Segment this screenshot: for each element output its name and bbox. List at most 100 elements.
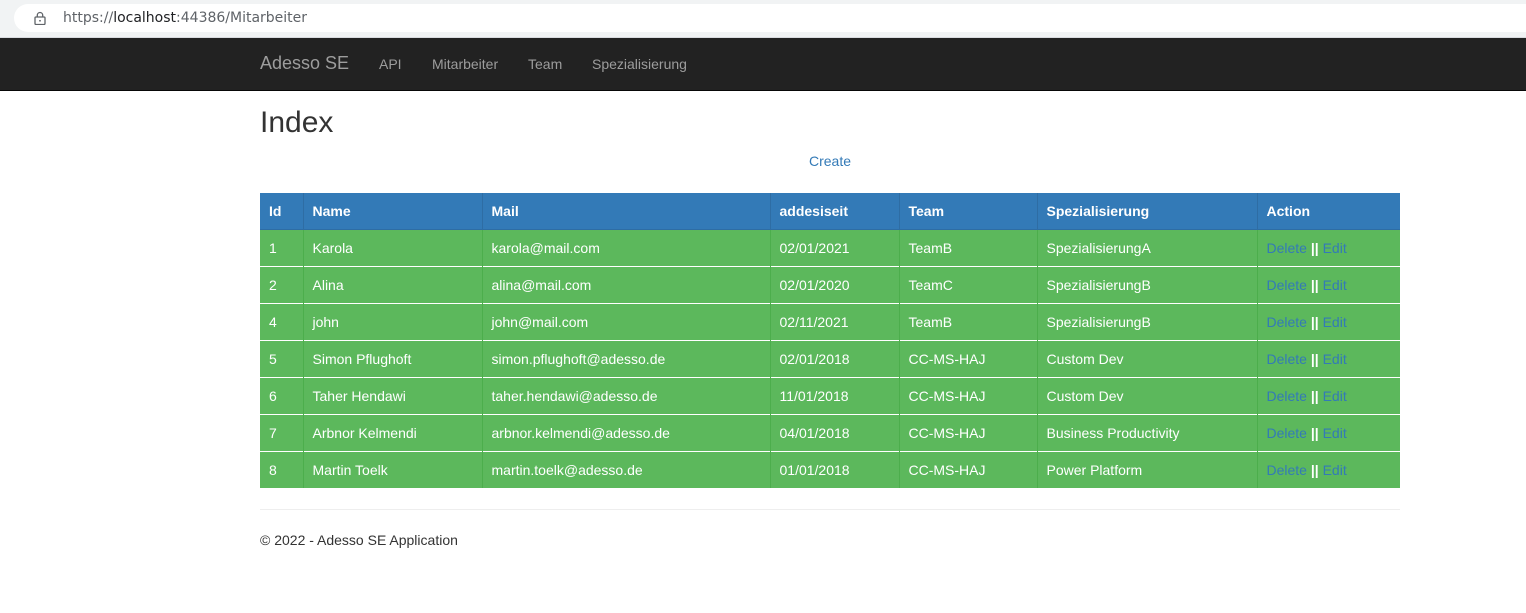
cell-name: Simon Pflughoft [303,339,483,377]
edit-link[interactable]: Edit [1323,351,1347,367]
cell-spezialisierung: Power Platform [1037,450,1258,488]
cell-since: 11/01/2018 [770,376,900,414]
action-separator: || [1310,387,1319,404]
cell-id: 2 [260,265,304,303]
page-title: Index [260,106,334,139]
table-row: 2 Alina alina@mail.com 02/01/2020 TeamC … [260,265,1400,303]
url-host: localhost [113,10,177,26]
cell-since: 02/01/2018 [770,339,900,377]
delete-link[interactable]: Delete [1267,388,1307,404]
cell-name: Arbnor Kelmendi [303,413,483,451]
nav-item-mitarbeiter[interactable]: Mitarbeiter [432,56,498,72]
delete-link[interactable]: Delete [1267,462,1307,478]
url-text[interactable]: https://localhost:44386/Mitarbeiter [63,10,307,26]
url-field[interactable]: https://localhost:44386/Mitarbeiter [14,4,1526,32]
cell-mail: taher.hendawi@adesso.de [482,376,771,414]
table-row: 7 Arbnor Kelmendi arbnor.kelmendi@adesso… [260,413,1400,451]
cell-team: TeamC [899,265,1038,303]
cell-spezialisierung: SpezialisierungB [1037,265,1258,303]
table-row: 4 john john@mail.com 02/11/2021 TeamB Sp… [260,302,1400,340]
cell-spezialisierung: Custom Dev [1037,339,1258,377]
cell-name: Martin Toelk [303,450,483,488]
edit-link[interactable]: Edit [1323,277,1347,293]
employee-table: Id Name Mail addesiseit Team Spezialisie… [260,193,1400,488]
cell-since: 02/01/2020 [770,265,900,303]
column-header-spezialisierung: Spezialisierung [1037,193,1258,230]
brand-link[interactable]: Adesso SE [260,53,349,74]
action-separator: || [1310,239,1319,256]
browser-address-bar: https://localhost:44386/Mitarbeiter [0,0,1526,38]
cell-team: TeamB [899,302,1038,340]
navbar: Adesso SE API Mitarbeiter Team Spezialis… [0,38,1526,91]
table-row: 1 Karola karola@mail.com 02/01/2021 Team… [260,228,1400,266]
cell-mail: alina@mail.com [482,265,771,303]
url-prefix: https:// [63,10,114,26]
cell-action: Delete || Edit [1257,265,1400,303]
delete-link[interactable]: Delete [1267,351,1307,367]
action-separator: || [1310,276,1319,293]
cell-action: Delete || Edit [1257,302,1400,340]
cell-id: 7 [260,413,304,451]
cell-name: john [303,302,483,340]
lock-icon[interactable] [34,11,46,25]
cell-id: 1 [260,228,304,266]
cell-id: 5 [260,339,304,377]
cell-team: CC-MS-HAJ [899,339,1038,377]
delete-link[interactable]: Delete [1267,314,1307,330]
cell-name: Taher Hendawi [303,376,483,414]
edit-link[interactable]: Edit [1323,388,1347,404]
cell-mail: simon.pflughoft@adesso.de [482,339,771,377]
cell-action: Delete || Edit [1257,228,1400,266]
cell-id: 6 [260,376,304,414]
footer-text: © 2022 - Adesso SE Application [260,532,458,548]
nav-item-spezialisierung[interactable]: Spezialisierung [592,56,687,72]
cell-mail: arbnor.kelmendi@adesso.de [482,413,771,451]
cell-team: CC-MS-HAJ [899,413,1038,451]
column-header-name: Name [303,193,483,230]
cell-mail: karola@mail.com [482,228,771,266]
cell-id: 8 [260,450,304,488]
cell-since: 01/01/2018 [770,450,900,488]
cell-action: Delete || Edit [1257,413,1400,451]
edit-link[interactable]: Edit [1323,425,1347,441]
table-row: 8 Martin Toelk martin.toelk@adesso.de 01… [260,450,1400,488]
cell-team: TeamB [899,228,1038,266]
table-row: 6 Taher Hendawi taher.hendawi@adesso.de … [260,376,1400,414]
delete-link[interactable]: Delete [1267,277,1307,293]
cell-since: 04/01/2018 [770,413,900,451]
cell-since: 02/01/2021 [770,228,900,266]
column-header-id: Id [260,193,304,230]
cell-mail: martin.toelk@adesso.de [482,450,771,488]
nav-item-api[interactable]: API [379,56,402,72]
delete-link[interactable]: Delete [1267,240,1307,256]
column-header-since: addesiseit [770,193,900,230]
column-header-team: Team [899,193,1038,230]
table-header-row: Id Name Mail addesiseit Team Spezialisie… [260,193,1400,230]
cell-spezialisierung: SpezialisierungB [1037,302,1258,340]
delete-link[interactable]: Delete [1267,425,1307,441]
edit-link[interactable]: Edit [1323,462,1347,478]
action-separator: || [1310,313,1319,330]
cell-mail: john@mail.com [482,302,771,340]
cell-team: CC-MS-HAJ [899,376,1038,414]
column-header-mail: Mail [482,193,771,230]
edit-link[interactable]: Edit [1323,240,1347,256]
nav-item-team[interactable]: Team [528,56,562,72]
footer-divider [260,509,1400,510]
cell-spezialisierung: Custom Dev [1037,376,1258,414]
cell-action: Delete || Edit [1257,376,1400,414]
cell-action: Delete || Edit [1257,450,1400,488]
action-separator: || [1310,424,1319,441]
edit-link[interactable]: Edit [1323,314,1347,330]
cell-name: Alina [303,265,483,303]
action-separator: || [1310,461,1319,478]
cell-spezialisierung: Business Productivity [1037,413,1258,451]
create-link[interactable]: Create [809,153,851,169]
cell-action: Delete || Edit [1257,339,1400,377]
column-header-action: Action [1257,193,1400,230]
cell-id: 4 [260,302,304,340]
cell-name: Karola [303,228,483,266]
cell-since: 02/11/2021 [770,302,900,340]
cell-spezialisierung: SpezialisierungA [1037,228,1258,266]
table-row: 5 Simon Pflughoft simon.pflughoft@adesso… [260,339,1400,377]
